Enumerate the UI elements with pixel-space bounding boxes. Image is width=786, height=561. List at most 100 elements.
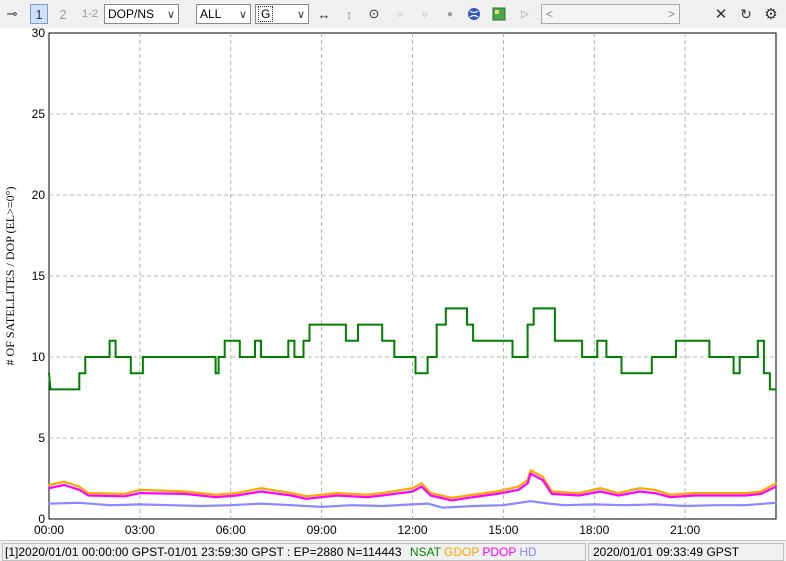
scroll-right-arrow[interactable]: > <box>668 7 675 21</box>
plot-2-button[interactable]: 2 <box>54 4 72 24</box>
data-point-hdop <box>260 502 262 505</box>
data-point-nsat <box>526 356 529 358</box>
map-icon[interactable] <box>490 4 508 24</box>
x-tick-label: 18:00 <box>579 523 609 537</box>
data-point-nsat <box>381 323 384 326</box>
time-sync-icon[interactable]: ⊸ <box>3 4 21 24</box>
x-tick-label: 21:00 <box>670 523 700 537</box>
data-point-pdop <box>669 496 671 499</box>
data-point-nsat <box>393 356 396 358</box>
data-point-nsat <box>357 323 359 326</box>
fit-horizontal-icon[interactable]: ↔ <box>315 4 333 24</box>
data-point-pdop <box>472 496 475 499</box>
data-point-hdop <box>199 505 202 507</box>
status-summary: [1]2020/01/01 00:00:00 GPST-01/01 23:59:… <box>5 545 402 559</box>
data-point-nsat <box>708 356 711 358</box>
data-point-nsat <box>381 339 384 342</box>
data-point-gdop <box>235 492 238 495</box>
data-point-nsat <box>756 339 759 342</box>
data-point-nsat <box>129 356 132 358</box>
close-icon[interactable]: ✕ <box>712 4 730 24</box>
y-tick-label: 25 <box>32 107 46 121</box>
data-point-hdop <box>529 500 532 503</box>
time-scrollbar[interactable]: < > <box>541 4 680 24</box>
data-point-nsat <box>708 339 711 342</box>
plot-area[interactable]: 0 5 10 15 20 25 30 00:00 03:00 06:00 09:00 12:00 15:… <box>0 26 786 540</box>
data-point-pdop <box>541 479 544 482</box>
fit-vertical-icon[interactable]: ↕ <box>340 4 358 24</box>
center-origin-icon[interactable]: ⊙ <box>365 4 383 24</box>
data-point-pdop <box>775 485 777 488</box>
dot-marker-icon[interactable]: ● <box>441 4 459 24</box>
globe-icon[interactable] <box>465 4 483 24</box>
data-point-hdop <box>350 504 353 507</box>
data-point-nsat <box>768 388 771 391</box>
data-point-nsat <box>532 307 535 310</box>
data-point-nsat <box>78 372 81 375</box>
data-point-nsat <box>526 323 529 326</box>
data-point-nsat <box>260 356 262 358</box>
data-point-nsat <box>108 356 111 358</box>
data-point-nsat <box>393 339 396 342</box>
data-point-pdop <box>529 472 532 475</box>
plot-1-2-button[interactable]: 1-2 <box>78 4 102 24</box>
scroll-left-arrow[interactable]: < <box>546 7 553 21</box>
data-point-pdop <box>335 494 338 497</box>
data-point-hdop <box>229 504 232 507</box>
gear-icon[interactable]: ⚙ <box>762 4 780 24</box>
data-point-nsat <box>141 372 144 375</box>
data-point-nsat <box>511 356 514 358</box>
data-point-nsat <box>287 339 290 342</box>
y-tick-label: 5 <box>38 431 45 445</box>
data-point-gdop <box>496 490 499 493</box>
system-select[interactable]: G ∨ <box>255 4 309 24</box>
data-point-gdop <box>63 480 66 483</box>
data-point-pdop <box>450 499 453 502</box>
plot-type-select[interactable]: DOP/NS ∨ <box>104 4 179 24</box>
data-point-nsat <box>217 356 220 358</box>
data-point-nsat <box>738 372 741 375</box>
point-marker-icon[interactable]: ○ <box>416 4 434 24</box>
y-axis-label: # OF SATELLITES / DOP (EL>=0°) <box>3 187 17 366</box>
y-tick-label: 10 <box>32 350 46 364</box>
x-tick-label: 06:00 <box>216 523 246 537</box>
data-point-gdop <box>138 488 141 491</box>
refresh-icon[interactable]: ↻ <box>737 4 755 24</box>
plot-type-value: DOP/NS <box>108 7 155 21</box>
data-point-pdop <box>290 494 293 497</box>
data-point-nsat <box>553 339 556 342</box>
data-point-gdop <box>366 493 369 496</box>
data-point-gdop <box>759 490 762 493</box>
y-tick-label: 30 <box>32 28 46 40</box>
point-marker-icon[interactable]: ○ <box>391 4 409 24</box>
data-point-nsat <box>620 356 623 358</box>
data-point-nsat <box>302 356 305 358</box>
status-bar: [1]2020/01/01 00:00:00 GPST-01/01 23:59:… <box>0 540 786 561</box>
data-point-gdop <box>541 475 544 478</box>
sat-filter-select[interactable]: ALL ∨ <box>196 4 251 24</box>
data-point-hdop <box>78 501 81 504</box>
data-point-hdop <box>653 503 656 506</box>
data-point-nsat <box>260 339 262 342</box>
data-point-nsat <box>238 339 241 342</box>
dop-chart[interactable]: 05101520253000:00 03:00 06:00 09:00 12:00 15:… <box>0 26 786 540</box>
data-point-nsat <box>254 356 256 358</box>
x-tick-label: 12:00 <box>397 523 427 537</box>
data-point-hdop <box>426 502 429 505</box>
data-point-hdop <box>502 504 505 507</box>
data-point-nsat <box>223 356 226 358</box>
data-point-gdop <box>744 492 747 495</box>
data-point-nsat <box>472 323 475 326</box>
data-point-pdop <box>599 490 602 493</box>
play-icon[interactable]: ▷ <box>516 4 534 24</box>
data-point-gdop <box>775 482 777 485</box>
data-point-hdop <box>593 503 596 506</box>
data-point-nsat <box>214 372 217 375</box>
data-point-gdop <box>48 484 50 486</box>
plot-1-button[interactable]: 1 <box>30 4 48 24</box>
data-point-gdop <box>411 487 414 490</box>
data-point-pdop <box>260 490 262 493</box>
data-point-nsat <box>472 339 475 342</box>
data-point-gdop <box>599 487 602 490</box>
chevron-down-icon: ∨ <box>166 8 175 21</box>
